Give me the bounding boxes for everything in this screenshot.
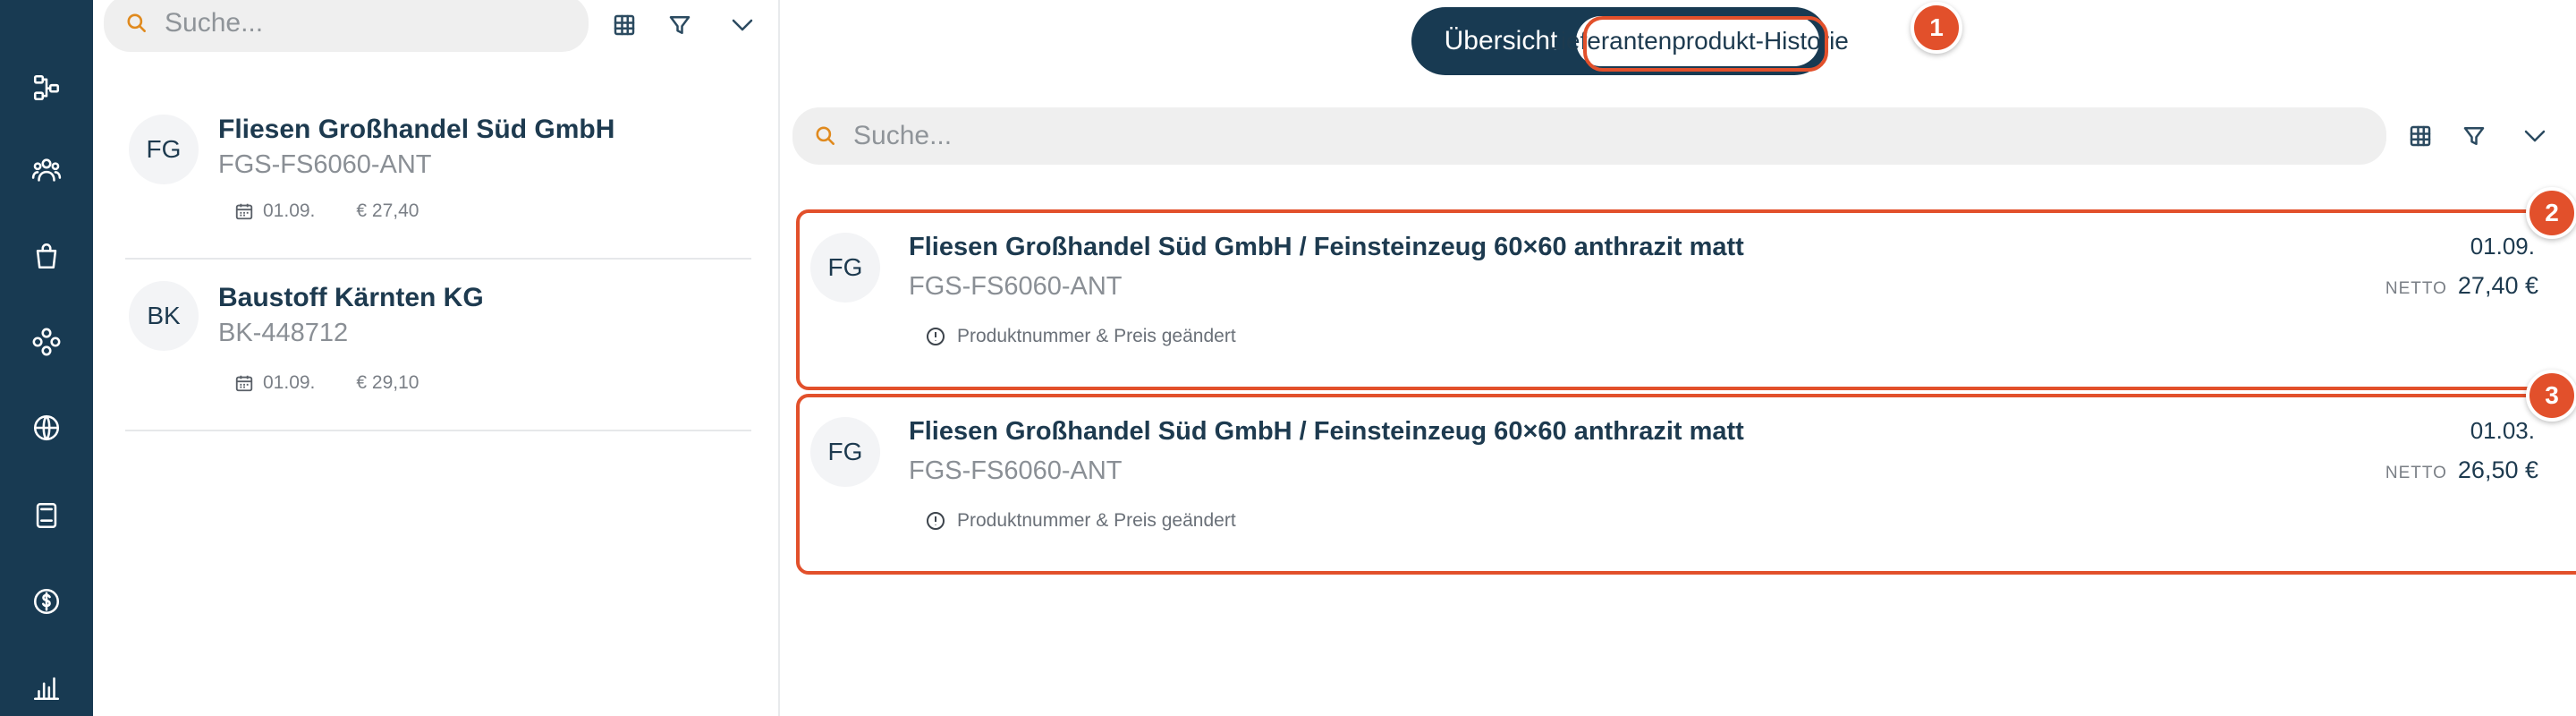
list-item[interactable]: BK Baustoff Kärnten KG BK-448712 01.09. … <box>125 260 751 431</box>
users-icon[interactable] <box>25 149 68 192</box>
avatar: BK <box>129 281 199 351</box>
modules-icon[interactable] <box>25 320 68 363</box>
card-code: FGS-FS6060-ANT <box>909 456 1123 485</box>
filter-icon[interactable] <box>2454 116 2494 156</box>
price-amount: 26,50 € <box>2457 456 2538 483</box>
step-badge: 1 <box>1911 2 1962 54</box>
history-search-input[interactable] <box>853 121 2386 151</box>
calendar-icon <box>235 375 253 392</box>
sidebar <box>0 0 93 716</box>
list-item-code: BK-448712 <box>218 319 349 347</box>
hierarchy-icon[interactable] <box>25 66 68 109</box>
avatar: FG <box>129 115 199 184</box>
card-title: Fliesen Großhandel Süd GmbH / Feinsteinz… <box>909 233 1744 261</box>
list-item-date: 01.09. <box>263 372 316 393</box>
list-item[interactable]: FG Fliesen Großhandel Süd GmbH FGS-FS606… <box>125 88 751 260</box>
avatar: FG <box>810 417 880 487</box>
search-icon <box>125 12 148 35</box>
netto-label: NETTO <box>2385 464 2447 482</box>
list-item-title: Fliesen Großhandel Süd GmbH <box>218 115 615 144</box>
filter-icon[interactable] <box>660 5 699 45</box>
shopping-bag-icon[interactable] <box>25 234 68 277</box>
avatar: FG <box>810 233 880 303</box>
info-icon <box>927 328 945 345</box>
list-item-date: 01.09. <box>263 200 316 221</box>
card-date: 01.03. <box>2470 417 2535 444</box>
card-change-note: Produktnummer & Preis geändert <box>925 510 1236 532</box>
card-price: NETTO 27,40 € <box>2385 272 2538 300</box>
table-view-icon[interactable] <box>605 5 644 45</box>
history-card[interactable]: FG Fliesen Großhandel Süd GmbH / Feinste… <box>796 209 2576 390</box>
search-icon <box>814 124 837 148</box>
app-root: FG Fliesen Großhandel Süd GmbH FGS-FS606… <box>0 0 2576 716</box>
netto-label: NETTO <box>2385 279 2447 298</box>
list-item-meta: 01.09. € 27,40 <box>234 200 419 222</box>
card-change-note: Produktnummer & Preis geändert <box>925 326 1236 347</box>
card-price: NETTO 26,50 € <box>2385 456 2538 484</box>
step-badge: 2 <box>2526 187 2576 239</box>
list-item-price: € 27,40 <box>356 200 419 221</box>
info-icon <box>927 512 945 530</box>
card-title: Fliesen Großhandel Süd GmbH / Feinsteinz… <box>909 417 1744 446</box>
card-note-text: Produktnummer & Preis geändert <box>957 326 1236 346</box>
globe-icon[interactable] <box>25 406 68 449</box>
table-view-icon[interactable] <box>2401 116 2440 156</box>
history-card[interactable]: FG Fliesen Großhandel Süd GmbH / Feinste… <box>796 394 2576 575</box>
dollar-icon[interactable] <box>25 580 68 623</box>
left-search-bar[interactable] <box>104 0 589 52</box>
chevron-down-icon[interactable] <box>2515 116 2555 156</box>
view-tabs: Übersicht Lieferantenprodukt-Historie <box>1411 7 1849 75</box>
card-note-text: Produktnummer & Preis geändert <box>957 510 1236 531</box>
history-search-bar[interactable] <box>792 107 2386 165</box>
tab-history[interactable]: Lieferantenprodukt-Historie <box>1546 16 1849 66</box>
left-list-panel: FG Fliesen Großhandel Süd GmbH FGS-FS606… <box>93 0 780 716</box>
card-date: 01.09. <box>2470 233 2535 260</box>
bar-chart-icon[interactable] <box>25 666 68 709</box>
chevron-down-icon[interactable] <box>723 5 762 45</box>
list-item-price: € 29,10 <box>356 372 419 393</box>
list-item-code: FGS-FS6060-ANT <box>218 150 432 179</box>
list-item-meta: 01.09. € 29,10 <box>234 372 419 394</box>
book-icon[interactable] <box>25 494 68 537</box>
list-item-title: Baustoff Kärnten KG <box>218 283 484 312</box>
calendar-icon <box>235 203 253 220</box>
card-code: FGS-FS6060-ANT <box>909 272 1123 301</box>
left-search-input[interactable] <box>165 8 589 38</box>
price-amount: 27,40 € <box>2457 272 2538 299</box>
step-badge: 3 <box>2526 370 2576 422</box>
history-panel: Übersicht Lieferantenprodukt-Historie 1 … <box>780 0 2576 716</box>
